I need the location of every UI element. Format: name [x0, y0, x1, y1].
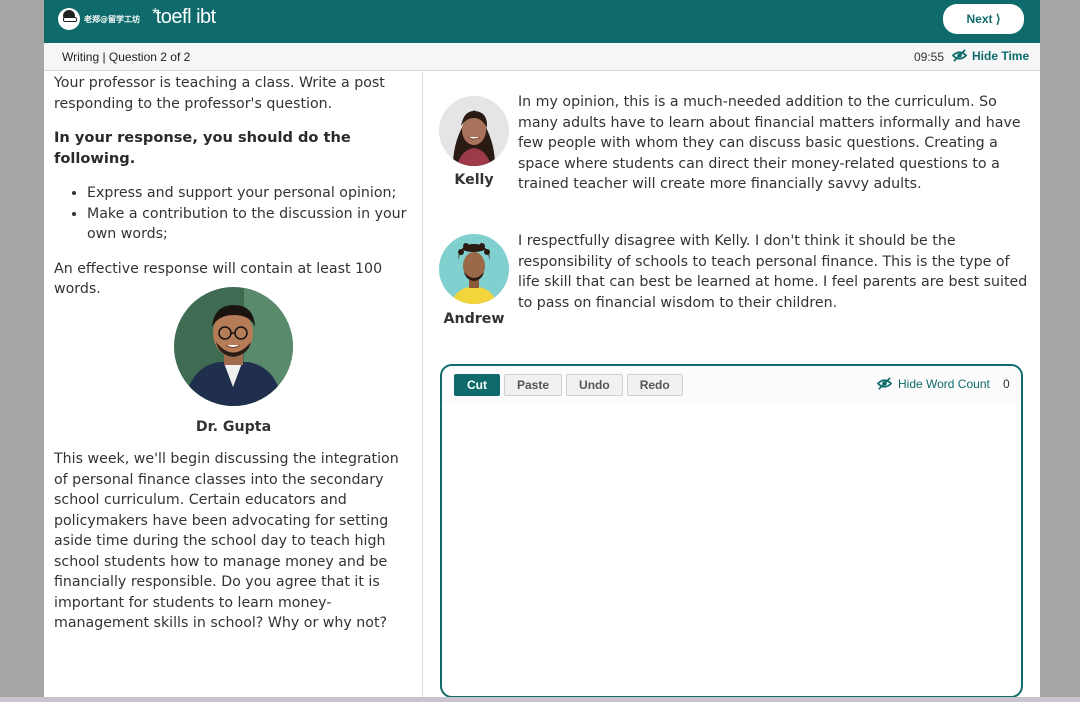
requirements-heading: In your response, you should do the foll…	[54, 129, 351, 167]
student-name-kelly: Kelly	[454, 172, 494, 188]
professor-name: Dr. Gupta	[195, 419, 272, 435]
prompt-panel: Your professor is teaching a class. Writ…	[44, 72, 423, 697]
eye-slash-icon	[877, 377, 892, 390]
student-post-kelly: In my opinion, this is a much-needed add…	[518, 94, 1021, 192]
top-header-bar: 老郑@留学工坊 *toefl ibt Next ⟩	[44, 0, 1040, 43]
status-bar: Writing | Question 2 of 2 09:55 Hide Tim…	[44, 43, 1040, 71]
hide-word-count-label: Hide Word Count	[898, 376, 990, 391]
bottom-edge-strip	[0, 697, 1080, 702]
prompt-intro: Your professor is teaching a class. Writ…	[54, 75, 385, 112]
paste-button[interactable]: Paste	[504, 374, 563, 396]
toefl-logo: *toefl ibt	[152, 6, 216, 29]
undo-button[interactable]: Undo	[566, 374, 623, 396]
student-name-andrew: Andrew	[443, 311, 505, 327]
redo-button[interactable]: Redo	[626, 374, 683, 396]
test-window: 老郑@留学工坊 *toefl ibt Next ⟩ Writing | Ques…	[44, 0, 1040, 697]
requirement-item: Make a contribution to the discussion in…	[87, 204, 414, 245]
brand-cartoon-icon	[58, 8, 80, 30]
brand-badge: 老郑@留学工坊	[58, 6, 140, 32]
requirements-list: Express and support your personal opinio…	[54, 183, 414, 245]
response-editor: Cut Paste Undo Redo Hide Word Count 0	[440, 364, 1023, 697]
countdown-timer: 09:55	[914, 50, 945, 64]
logo-text: toefl ibt	[155, 6, 216, 28]
section-progress-label: Writing | Question 2 of 2	[62, 50, 191, 64]
next-button[interactable]: Next ⟩	[943, 4, 1024, 34]
cut-button[interactable]: Cut	[454, 374, 500, 396]
student-avatar-kelly	[439, 96, 509, 166]
hide-time-button[interactable]: Hide Time	[952, 48, 1029, 63]
editor-toolbar: Cut Paste Undo Redo	[454, 374, 683, 396]
word-count: 0	[1003, 377, 1010, 391]
brand-text: 老郑@留学工坊	[84, 14, 140, 24]
professor-question: This week, we'll begin discussing the in…	[54, 451, 399, 631]
response-textarea[interactable]	[446, 404, 1017, 692]
student-post-andrew: I respectfully disagree with Kelly. I do…	[518, 233, 1028, 311]
eye-slash-icon	[952, 49, 967, 62]
requirement-item: Express and support your personal opinio…	[87, 183, 414, 204]
student-avatar-andrew	[439, 234, 509, 304]
hide-word-count-button[interactable]: Hide Word Count	[877, 376, 990, 391]
professor-avatar	[174, 287, 293, 406]
hide-time-label: Hide Time	[972, 48, 1030, 63]
